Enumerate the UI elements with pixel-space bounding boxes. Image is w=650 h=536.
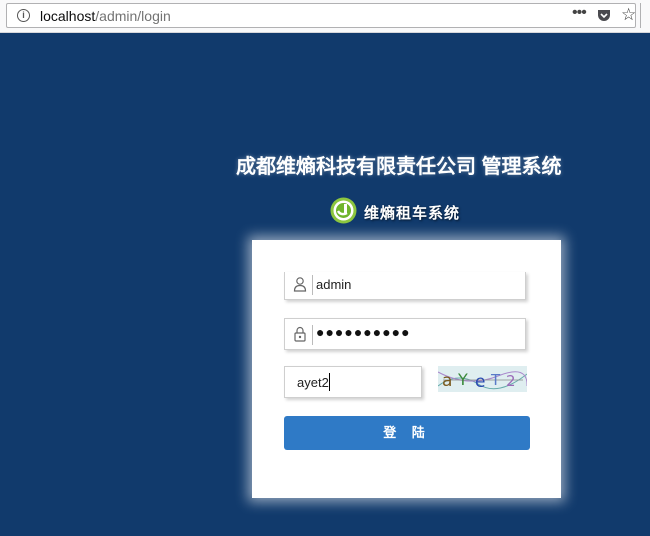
info-icon[interactable]: i [17, 9, 30, 22]
text-caret [329, 373, 330, 391]
browser-toolbar: i localhost/admin/login ••• ☆ [0, 0, 650, 33]
url-text[interactable]: localhost/admin/login [40, 8, 171, 24]
captcha-char: 2 [506, 372, 516, 390]
captcha-char: e [475, 372, 485, 392]
lock-icon [294, 326, 306, 342]
login-page: 成都维熵科技有限责任公司 管理系统 维熵租车系统 admin ●●●●●●●●●… [0, 33, 650, 536]
password-input[interactable]: ●●●●●●●●●● [316, 324, 411, 340]
password-field[interactable]: ●●●●●●●●●● [284, 318, 526, 350]
logo-text: 维熵租车系统 [364, 204, 461, 222]
captcha-field[interactable]: ayet2 [284, 366, 422, 398]
username-input[interactable]: admin [316, 277, 351, 292]
field-divider [312, 325, 313, 345]
address-bar[interactable]: i localhost/admin/login ••• ☆ [6, 3, 636, 28]
captcha-char: a [442, 371, 452, 391]
url-host: localhost [40, 8, 96, 24]
username-field[interactable]: admin [284, 272, 526, 300]
toolbar-edge [640, 3, 650, 28]
logo-icon [330, 197, 357, 224]
captcha-char: Y [457, 370, 468, 389]
field-divider [312, 275, 313, 295]
captcha-image[interactable]: a Y e T 2 [438, 366, 527, 392]
url-path: /admin/login [95, 8, 171, 24]
page-title: 成都维熵科技有限责任公司 管理系统 [236, 156, 562, 178]
user-icon [293, 277, 307, 292]
captcha-char: T [490, 371, 501, 389]
login-form: admin ●●●●●●●●●● ayet2 a Y e T 2 登 陆 [252, 240, 561, 498]
more-actions-icon[interactable]: ••• [572, 4, 587, 22]
login-button[interactable]: 登 陆 [284, 416, 530, 450]
bookmark-star-icon[interactable]: ☆ [621, 5, 636, 25]
captcha-input[interactable]: ayet2 [297, 375, 329, 390]
pocket-icon[interactable] [597, 9, 611, 22]
